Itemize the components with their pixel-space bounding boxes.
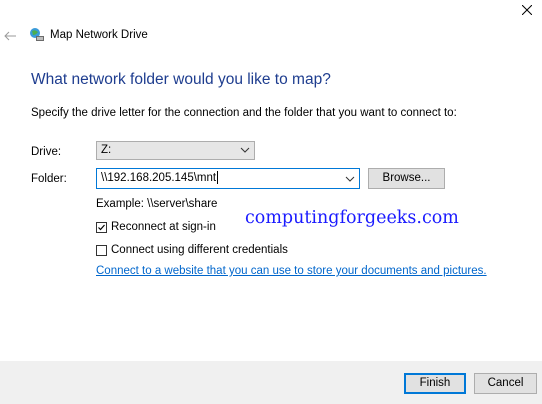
credentials-option[interactable]: Connect using different credentials xyxy=(96,244,288,256)
folder-label: Folder: xyxy=(31,173,67,185)
drive-label: Drive: xyxy=(31,146,62,158)
chevron-down-icon[interactable] xyxy=(345,175,355,183)
reconnect-label: Reconnect at sign-in xyxy=(111,221,216,233)
reconnect-checkbox[interactable] xyxy=(96,221,107,233)
checkmark-icon xyxy=(98,224,105,230)
reconnect-option[interactable]: Reconnect at sign-in xyxy=(96,221,216,233)
drive-value: Z: xyxy=(101,144,112,156)
drive-select[interactable]: Z: xyxy=(96,141,255,160)
website-storage-link[interactable]: Connect to a website that you can use to… xyxy=(96,265,487,277)
credentials-label: Connect using different credentials xyxy=(111,244,288,256)
back-arrow-icon xyxy=(4,31,16,41)
window-title: Map Network Drive xyxy=(50,29,148,41)
network-drive-icon xyxy=(30,28,44,41)
folder-value: \\192.168.205.145\mnt xyxy=(101,172,217,184)
button-footer: Finish Cancel xyxy=(0,361,542,404)
chevron-down-icon xyxy=(240,147,250,153)
folder-input[interactable]: \\192.168.205.145\mnt xyxy=(96,168,360,189)
instruction-text: Specify the drive letter for the connect… xyxy=(31,107,457,119)
watermark-text: computingforgeeks.com xyxy=(245,208,459,228)
browse-button[interactable]: Browse... xyxy=(368,168,445,189)
back-button[interactable] xyxy=(2,28,18,44)
credentials-checkbox[interactable] xyxy=(96,244,107,256)
finish-button[interactable]: Finish xyxy=(404,373,466,394)
map-network-drive-window: Map Network Drive What network folder wo… xyxy=(0,0,542,404)
close-button[interactable] xyxy=(512,0,542,20)
page-heading: What network folder would you like to ma… xyxy=(31,71,331,88)
text-caret xyxy=(217,171,219,185)
close-icon xyxy=(522,5,532,15)
cancel-button[interactable]: Cancel xyxy=(474,373,537,394)
example-text: Example: \\server\share xyxy=(96,198,218,210)
